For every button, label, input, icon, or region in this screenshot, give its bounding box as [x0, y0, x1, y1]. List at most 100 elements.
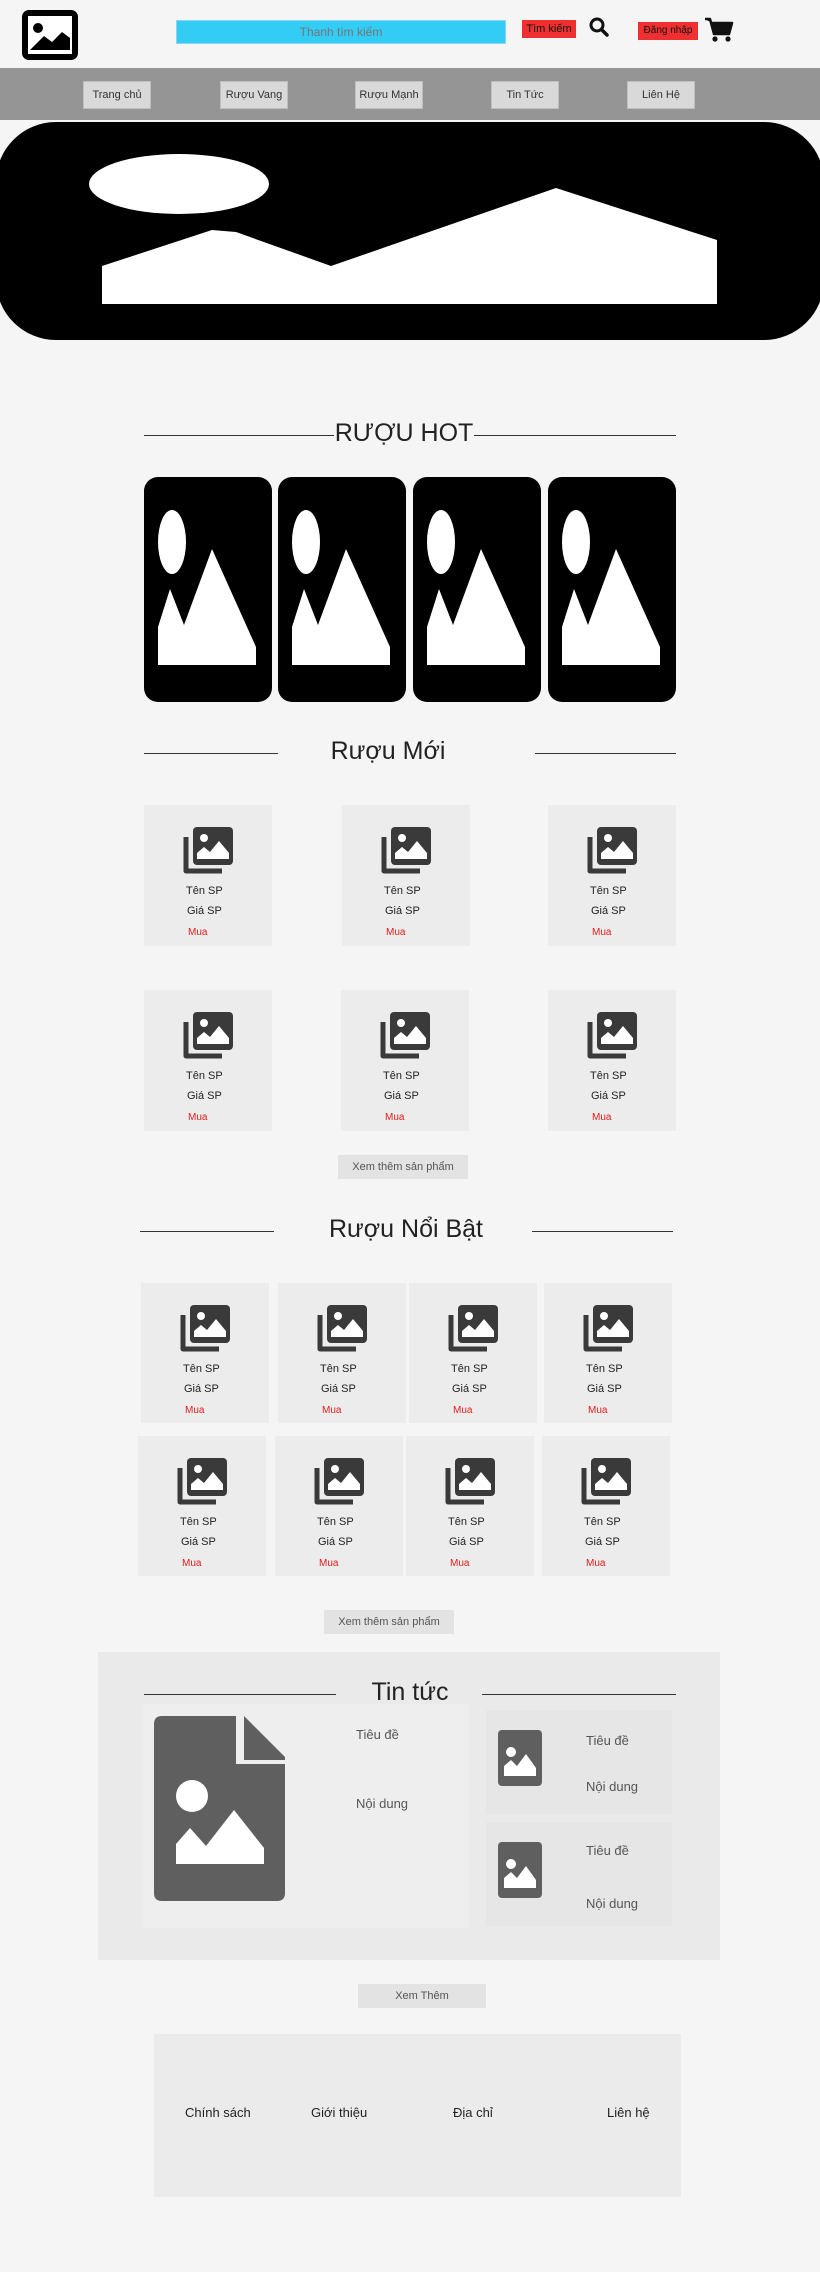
- news-title: Tiêu đề: [356, 1727, 399, 1742]
- search-input[interactable]: [176, 20, 506, 44]
- product-name: Tên SP: [448, 1516, 485, 1528]
- product-card[interactable]: Tên SP Giá SP Mua: [406, 1436, 534, 1576]
- product-name: Tên SP: [590, 885, 627, 897]
- banner-image-icon: [89, 154, 717, 304]
- image-icon: [316, 1303, 368, 1353]
- image-icon: [176, 1456, 228, 1506]
- product-price: Giá SP: [385, 905, 420, 917]
- product-price: Giá SP: [187, 1090, 222, 1102]
- product-price: Giá SP: [591, 1090, 626, 1102]
- product-card[interactable]: Tên SP Giá SP Mua: [409, 1283, 537, 1423]
- news-side-content: Nội dung: [586, 1779, 639, 1794]
- hot-product-card[interactable]: [548, 477, 676, 702]
- buy-button[interactable]: Mua: [586, 1558, 605, 1569]
- product-card[interactable]: Tên SP Giá SP Mua: [144, 805, 272, 946]
- buy-button[interactable]: Mua: [319, 1558, 338, 1569]
- buy-button[interactable]: Mua: [188, 1112, 207, 1123]
- product-price: Giá SP: [321, 1383, 356, 1395]
- image-icon: [313, 1456, 365, 1506]
- footer-link-contact[interactable]: Liên hệ: [607, 2105, 650, 2120]
- footer-link-policy[interactable]: Chính sách: [185, 2105, 251, 2120]
- product-card[interactable]: Tên SP Giá SP Mua: [548, 990, 676, 1131]
- news-side-content: Nội dung: [586, 1896, 639, 1911]
- buy-button[interactable]: Mua: [185, 1405, 204, 1416]
- hot-section-title: RƯỢU HOT: [334, 419, 474, 447]
- cart-icon[interactable]: [704, 16, 734, 44]
- image-icon: [498, 1730, 542, 1786]
- footer-link-about[interactable]: Giới thiệu: [311, 2105, 367, 2120]
- image-icon: [498, 1842, 542, 1898]
- featured-section-title: Rượu Nổi Bật: [328, 1215, 484, 1243]
- section-divider-left: [144, 1694, 336, 1695]
- section-divider-right: [532, 1231, 673, 1232]
- product-price: Giá SP: [318, 1536, 353, 1548]
- product-price: Giá SP: [384, 1090, 419, 1102]
- product-card[interactable]: Tên SP Giá SP Mua: [542, 1436, 670, 1576]
- product-name: Tên SP: [317, 1516, 354, 1528]
- search-icon[interactable]: [588, 16, 610, 38]
- nav-item-spirits[interactable]: Rượu Mạnh: [355, 81, 423, 109]
- product-name: Tên SP: [186, 1070, 223, 1082]
- buy-button[interactable]: Mua: [188, 927, 207, 938]
- product-price: Giá SP: [585, 1536, 620, 1548]
- section-divider-right: [482, 1694, 676, 1695]
- section-divider-left: [144, 435, 334, 436]
- login-button[interactable]: Đăng nhập: [638, 22, 698, 40]
- see-more-products-button[interactable]: Xem thêm sản phẩm: [338, 1155, 468, 1179]
- product-name: Tên SP: [384, 885, 421, 897]
- image-icon: [182, 1010, 234, 1060]
- nav-item-wine[interactable]: Rượu Vang: [220, 81, 288, 109]
- product-card[interactable]: Tên SP Giá SP Mua: [144, 990, 272, 1131]
- see-more-news-button[interactable]: Xem Thêm: [358, 1984, 486, 2008]
- nav-item-news[interactable]: Tin Tức: [491, 81, 559, 109]
- product-card[interactable]: Tên SP Giá SP Mua: [548, 805, 676, 946]
- image-icon: [182, 825, 234, 875]
- product-price: Giá SP: [591, 905, 626, 917]
- image-icon: [586, 1010, 638, 1060]
- product-name: Tên SP: [451, 1363, 488, 1375]
- buy-button[interactable]: Mua: [385, 1112, 404, 1123]
- buy-button[interactable]: Mua: [592, 1112, 611, 1123]
- hot-product-card[interactable]: [278, 477, 406, 702]
- product-card[interactable]: Tên SP Giá SP Mua: [341, 990, 469, 1131]
- news-side-title: Tiêu đề: [586, 1843, 629, 1858]
- product-name: Tên SP: [180, 1516, 217, 1528]
- product-price: Giá SP: [187, 905, 222, 917]
- product-card[interactable]: Tên SP Giá SP Mua: [275, 1436, 403, 1576]
- product-name: Tên SP: [586, 1363, 623, 1375]
- product-card[interactable]: Tên SP Giá SP Mua: [141, 1283, 269, 1423]
- nav-item-contact[interactable]: Liên Hệ: [627, 81, 695, 109]
- news-section-title: Tin tức: [371, 1678, 449, 1706]
- product-card[interactable]: Tên SP Giá SP Mua: [278, 1283, 406, 1423]
- buy-button[interactable]: Mua: [322, 1405, 341, 1416]
- image-icon: [580, 1456, 632, 1506]
- buy-button[interactable]: Mua: [588, 1405, 607, 1416]
- buy-button[interactable]: Mua: [453, 1405, 472, 1416]
- buy-button[interactable]: Mua: [386, 927, 405, 938]
- product-card[interactable]: Tên SP Giá SP Mua: [138, 1436, 266, 1576]
- image-icon: [158, 510, 256, 665]
- product-name: Tên SP: [183, 1363, 220, 1375]
- buy-button[interactable]: Mua: [592, 927, 611, 938]
- product-card[interactable]: Tên SP Giá SP Mua: [544, 1283, 672, 1423]
- image-icon: [380, 825, 432, 875]
- hero-banner[interactable]: [0, 122, 820, 340]
- see-more-featured-button[interactable]: Xem thêm sản phẩm: [324, 1610, 454, 1634]
- footer-link-address[interactable]: Địa chỉ: [453, 2105, 493, 2120]
- image-icon: [447, 1303, 499, 1353]
- product-name: Tên SP: [320, 1363, 357, 1375]
- product-card[interactable]: Tên SP Giá SP Mua: [342, 805, 470, 946]
- news-content: Nội dung: [356, 1796, 409, 1811]
- image-icon: [444, 1456, 496, 1506]
- search-button[interactable]: Tìm kiếm: [522, 20, 576, 38]
- site-logo[interactable]: [22, 10, 78, 60]
- image-icon: [379, 1010, 431, 1060]
- product-name: Tên SP: [584, 1516, 621, 1528]
- image-icon: [586, 825, 638, 875]
- buy-button[interactable]: Mua: [450, 1558, 469, 1569]
- buy-button[interactable]: Mua: [182, 1558, 201, 1569]
- hot-product-card[interactable]: [144, 477, 272, 702]
- section-divider-left: [144, 753, 278, 754]
- nav-item-home[interactable]: Trang chủ: [83, 81, 151, 109]
- hot-product-card[interactable]: [413, 477, 541, 702]
